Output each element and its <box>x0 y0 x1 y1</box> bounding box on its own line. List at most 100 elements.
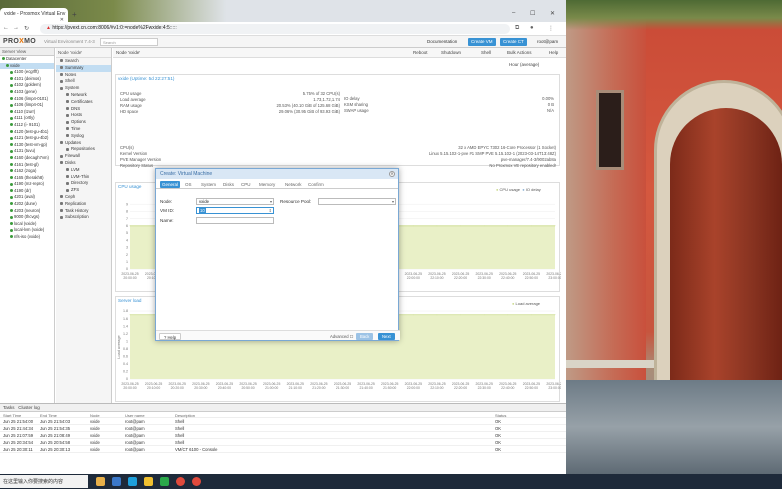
tree-view-selector[interactable]: Server View <box>0 48 54 56</box>
create-ct-button[interactable]: Create CT <box>500 38 527 46</box>
tree-item[interactable]: 4102 (goldem) <box>0 82 54 89</box>
nav-item-options[interactable]: Options <box>56 119 111 126</box>
taskbar-search[interactable]: 在这里输入你要搜索的内容 <box>0 475 88 488</box>
nav-item-updates[interactable]: Updates <box>56 140 111 147</box>
cpu-legend[interactable]: ● CPU usage ● IO delay <box>496 187 541 192</box>
tree-item[interactable]: 4106 (limp4-0101) <box>0 96 54 103</box>
name-input[interactable] <box>196 217 274 224</box>
nav-item-ceph[interactable]: Ceph <box>56 194 111 201</box>
nav-item-hosts[interactable]: Hosts <box>56 112 111 119</box>
load-legend[interactable]: ● Load average <box>512 301 540 306</box>
dialog-tab-confirm[interactable]: Confirm <box>306 181 326 188</box>
nav-item-repositories[interactable]: Repositories <box>56 146 111 153</box>
extensions-icon[interactable]: ⧉ <box>515 25 519 32</box>
back-button[interactable]: Back <box>356 333 374 340</box>
task-view-icon[interactable] <box>112 477 121 486</box>
tab-cluster-log[interactable]: Cluster log <box>18 405 40 410</box>
table-row[interactable]: Jun 25 20:30:11 Jun 25 20:30:13 vxide root@… <box>0 446 566 453</box>
node-select[interactable]: vxide ▾ <box>196 198 274 205</box>
reload-icon[interactable]: ↻ <box>24 25 29 32</box>
shutdown-button[interactable]: Shutdown <box>441 50 461 55</box>
close-window-icon[interactable]: ✕ <box>550 10 555 17</box>
tree-item[interactable]: 4100 (ecgrfft) <box>0 69 54 76</box>
dialog-tab-cpu[interactable]: CPU <box>239 181 253 188</box>
table-row[interactable]: Jun 25 21:07:59 Jun 25 21:08:49 vxide root@… <box>0 432 566 439</box>
nav-item-lvm[interactable]: LVM <box>56 167 111 174</box>
tree-item[interactable]: 4131 (tuvu) <box>0 148 54 155</box>
next-button[interactable]: Next <box>378 333 395 340</box>
nav-item-summary[interactable]: Summary <box>56 64 111 72</box>
table-row[interactable]: Jun 25 21:44:34 Jun 25 21:54:35 vxide root@… <box>0 425 566 432</box>
tree-item[interactable]: 4190 (mz-repro) <box>0 181 54 188</box>
tree-item[interactable]: 4121 (test-gu-4b2) <box>0 135 54 142</box>
reboot-button[interactable]: Reboot <box>413 50 428 55</box>
nav-item-task-history[interactable]: Task History <box>56 208 111 215</box>
nav-item-certificates[interactable]: Certificates <box>56 99 111 106</box>
dialog-tab-disks[interactable]: Disks <box>221 181 236 188</box>
browser-tab[interactable]: vxide - Proxmox Virtual Env ✕ <box>0 8 68 22</box>
table-row[interactable]: Jun 25 20:34:54 Jun 25 20:54:58 vxide root@… <box>0 439 566 446</box>
help-button[interactable]: ? Help <box>159 333 182 340</box>
tree-item[interactable]: nfs-iso (vxide) <box>0 234 54 241</box>
bulk-actions-button[interactable]: Bulk Actions <box>507 50 532 55</box>
app-thumbnail-icon[interactable] <box>96 477 105 486</box>
tree-item[interactable]: 9000 (thcvgs) <box>0 214 54 221</box>
new-tab-button[interactable]: + <box>72 10 77 19</box>
maximize-icon[interactable]: ☐ <box>530 10 535 17</box>
nav-item-search[interactable]: Search <box>56 58 111 65</box>
chrome-icon-2[interactable] <box>192 477 201 486</box>
tree-item[interactable]: 4160 (decagh7vm) <box>0 155 54 162</box>
nav-item-dns[interactable]: DNS <box>56 106 111 113</box>
dialog-tab-os[interactable]: OS <box>183 181 194 188</box>
close-icon[interactable]: ✕ <box>389 170 395 177</box>
tree-item[interactable]: 4162 (zoga) <box>0 168 54 175</box>
user-menu-button[interactable]: root@pam <box>534 38 561 46</box>
tree-item[interactable]: 4110 (tzurr) <box>0 109 54 116</box>
resource-pool-select[interactable]: ▾ <box>318 198 396 205</box>
timeframe-select[interactable]: Hour (average) <box>509 62 539 67</box>
profile-icon[interactable]: ● <box>530 25 534 31</box>
tree-item[interactable]: 4111 (ortly) <box>0 115 54 122</box>
tree-item[interactable]: 4112 (i- 9101) <box>0 122 54 129</box>
nav-item-time[interactable]: Time <box>56 126 111 133</box>
url-input[interactable]: ▲ https://pvext.cn.com:8006/#v1:0:=node%… <box>40 24 510 34</box>
search-input[interactable]: Search <box>100 38 158 46</box>
documentation-button[interactable]: Documentation <box>424 38 460 46</box>
tree-item[interactable]: 4101 (deimos) <box>0 76 54 83</box>
nav-item-directory[interactable]: Directory <box>56 180 111 187</box>
vmid-input[interactable]: 10 ⇕ <box>196 207 274 214</box>
nav-item-disks[interactable]: Disks <box>56 160 111 167</box>
tree-item[interactable]: 4190 (dr) <box>0 188 54 195</box>
menu-icon[interactable]: ⋮ <box>548 25 554 32</box>
tree-item[interactable]: Datacenter <box>0 56 54 63</box>
create-vm-button[interactable]: Create VM <box>468 38 496 46</box>
xbox-icon[interactable] <box>160 477 169 486</box>
help-button[interactable]: Help <box>549 50 558 55</box>
explorer-icon[interactable] <box>144 477 153 486</box>
dialog-tab-general[interactable]: General <box>160 181 181 188</box>
nav-item-firewall[interactable]: Firewall <box>56 153 111 160</box>
tree-item[interactable]: 4202 (dune) <box>0 201 54 208</box>
back-icon[interactable]: ← <box>3 25 9 31</box>
tree-item[interactable]: 4103 (gene) <box>0 89 54 96</box>
nav-item-system[interactable]: System <box>56 85 111 92</box>
tree-item[interactable]: 4203 (neuron) <box>0 208 54 215</box>
nav-item-shell[interactable]: Shell <box>56 78 111 85</box>
dialog-tab-network[interactable]: Network <box>283 181 304 188</box>
tree-item[interactable]: local (vxide) <box>0 221 54 228</box>
nav-item-notes[interactable]: Notes <box>56 72 111 79</box>
tree-item[interactable]: 4161 (test-gl) <box>0 162 54 169</box>
dialog-tab-memory[interactable]: Memory <box>257 181 277 188</box>
advanced-checkbox[interactable]: Advanced ☐ <box>326 333 358 340</box>
tree-item[interactable]: 4201 (aval) <box>0 194 54 201</box>
tab-tasks[interactable]: Tasks <box>3 405 15 410</box>
tree-item[interactable]: 4120 (test-gu-4b1) <box>0 129 54 136</box>
minimize-icon[interactable]: – <box>512 10 515 16</box>
tree-item[interactable]: 4106 (limp4-01) <box>0 102 54 109</box>
nav-item-lvm-thin[interactable]: LVM-Thin <box>56 174 111 181</box>
shell-button[interactable]: Shell <box>481 50 491 55</box>
dialog-tab-system[interactable]: System <box>199 181 218 188</box>
nav-item-zfs[interactable]: ZFS <box>56 187 111 194</box>
tree-item[interactable]: vxide <box>0 62 54 70</box>
chrome-icon[interactable] <box>176 477 185 486</box>
